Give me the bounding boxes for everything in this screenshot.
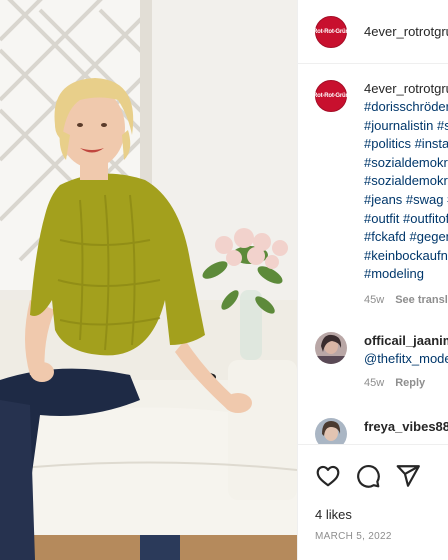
hashtag[interactable]: #dorisschröderköpf (364, 98, 448, 117)
author-avatar[interactable]: Rot-Rot-Grün (313, 15, 349, 48)
commenter-avatar-image (315, 418, 347, 444)
caption-body: 4ever_rotrotgruen #dorisschröderköpf #jo… (364, 80, 448, 306)
comment-item: freya_vibes88 (315, 418, 448, 444)
caption: Rot-Rot-Grün 4ever_rotrotgruen #dorissch… (313, 80, 448, 306)
comment-username[interactable]: officail_jaanimalik (364, 332, 448, 350)
likes-count[interactable]: 4 likes (315, 507, 352, 522)
hashtag[interactable]: #outfit #outfitoftheday (364, 210, 448, 229)
commenter-avatar[interactable] (315, 418, 347, 444)
share-icon[interactable] (395, 463, 421, 489)
avatar-logo-text: Rot-Rot-Grün (313, 28, 349, 35)
photo-illustration (0, 0, 297, 560)
comment-username[interactable]: freya_vibes88 (364, 418, 448, 436)
comment-mention[interactable]: @thefitx_model (364, 350, 448, 368)
post-header: Rot-Rot-Grün 4ever_rotrotgruen (298, 0, 448, 64)
comment-body: officail_jaanimalik @thefitx_model 45w R… (364, 332, 448, 389)
caption-avatar[interactable]: Rot-Rot-Grün (313, 80, 349, 112)
caption-time: 45w (364, 293, 385, 306)
hashtag[interactable]: #sozialdemokratie (364, 154, 448, 173)
comments-section[interactable]: Rot-Rot-Grün 4ever_rotrotgruen #dorissch… (298, 64, 448, 444)
hashtag[interactable]: #journalistin #spd (364, 117, 448, 136)
commenter-avatar[interactable] (315, 332, 347, 364)
comment-body: freya_vibes88 (364, 418, 448, 444)
hashtag[interactable]: #politics #instagood (364, 135, 448, 154)
post-photo[interactable] (0, 0, 297, 560)
heart-icon[interactable] (315, 463, 341, 489)
comment-item: officail_jaanimalik @thefitx_model 45w R… (315, 332, 448, 389)
hashtag[interactable]: #jeans #swag #style (364, 191, 448, 210)
hashtag[interactable]: #keinbockaufnazis (364, 247, 448, 266)
post-sidebar: Rot-Rot-Grün 4ever_rotrotgruen Rot-Rot-G… (297, 0, 448, 560)
comment-time: 45w (364, 377, 385, 389)
reply-button[interactable]: Reply (395, 377, 425, 389)
hashtag[interactable]: #modeling (364, 265, 448, 284)
caption-avatar-text: Rot-Rot-Grün (313, 93, 349, 99)
post-actions: 4 likes MARCH 5, 2022 (298, 444, 448, 560)
header-username[interactable]: 4ever_rotrotgruen (364, 24, 448, 39)
comment-icon[interactable] (355, 463, 381, 489)
see-translation-button[interactable]: See translation (395, 294, 448, 306)
caption-username[interactable]: 4ever_rotrotgruen (364, 80, 448, 98)
hashtag[interactable]: #sozialdemokraten (364, 172, 448, 191)
comment-meta: 45w Reply (364, 377, 448, 389)
commenter-avatar-image (315, 332, 347, 364)
post-date: MARCH 5, 2022 (315, 531, 392, 542)
hashtag[interactable]: #fckafd #gegenrechts (364, 228, 448, 247)
caption-meta: 45w See translation (364, 294, 448, 306)
